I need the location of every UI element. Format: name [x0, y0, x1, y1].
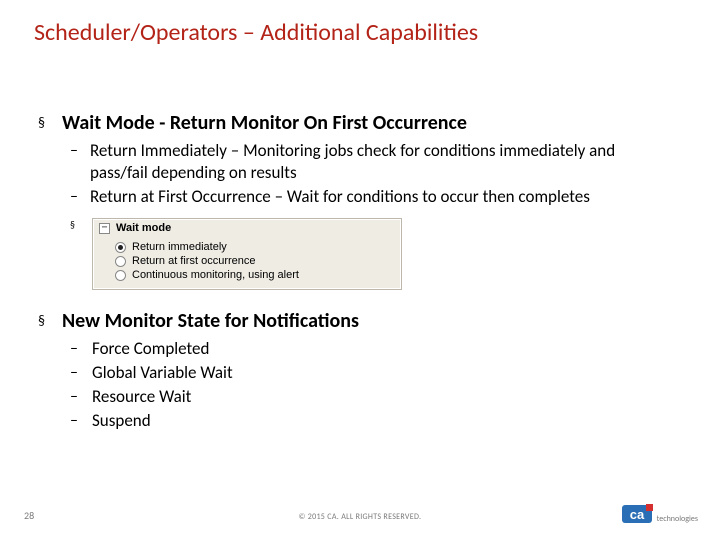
slide: Scheduler/Operators – Additional Capabil…: [0, 0, 720, 540]
section-heading-text: Wait Mode - Return Monitor On First Occu…: [62, 110, 467, 136]
slide-content: § Wait Mode - Return Monitor On First Oc…: [34, 110, 674, 434]
copyright-text: © 2015 CA. ALL RIGHTS RESERVED.: [0, 512, 720, 522]
section-heading-2: § New Monitor State for Notifications: [34, 308, 674, 334]
bullet-text: Return at First Occurrence – Wait for co…: [90, 186, 590, 208]
svg-text:ca: ca: [629, 507, 644, 522]
dash-mark: –: [70, 362, 92, 384]
radio-icon: [115, 270, 126, 281]
dash-mark: –: [70, 338, 92, 360]
radio-return-first-occurrence[interactable]: Return at first occurrence: [115, 255, 391, 267]
list-item-text: Suspend: [92, 410, 151, 432]
wait-mode-panel: − Wait mode Return immediately Return at…: [92, 218, 402, 290]
wait-mode-panel-wrap: § − Wait mode Return immediately Return …: [70, 218, 674, 290]
dash-mark: –: [70, 410, 92, 432]
dash-mark: –: [70, 386, 92, 408]
radio-label: Return at first occurrence: [132, 255, 256, 267]
list-item: – Force Completed: [70, 338, 674, 360]
radio-continuous-monitoring[interactable]: Continuous monitoring, using alert: [115, 269, 391, 281]
bullet-mark: §: [34, 110, 62, 136]
radio-icon: [115, 242, 126, 253]
state-list: – Force Completed – Global Variable Wait…: [70, 338, 674, 432]
list-item: – Resource Wait: [70, 386, 674, 408]
section-heading-1: § Wait Mode - Return Monitor On First Oc…: [34, 110, 674, 136]
slide-title: Scheduler/Operators – Additional Capabil…: [34, 18, 478, 47]
logo-subtext: technologies: [657, 514, 698, 526]
radio-return-immediately[interactable]: Return immediately: [115, 241, 391, 253]
bullet-item: – Return at First Occurrence – Wait for …: [70, 186, 674, 208]
list-item: – Global Variable Wait: [70, 362, 674, 384]
radio-label: Return immediately: [132, 241, 227, 253]
dash-mark: –: [70, 140, 90, 162]
radio-label: Continuous monitoring, using alert: [132, 269, 299, 281]
bullet-mark: §: [34, 308, 62, 334]
list-item-text: Force Completed: [92, 338, 209, 360]
list-item-text: Global Variable Wait: [92, 362, 233, 384]
section-heading-text: New Monitor State for Notifications: [62, 308, 359, 334]
collapse-toggle[interactable]: −: [99, 223, 110, 234]
wait-mode-options: Return immediately Return at first occur…: [93, 235, 401, 289]
ca-logo: ca technologies: [622, 502, 698, 526]
bullet-mark: §: [70, 218, 92, 232]
bullet-item: – Return Immediately – Monitoring jobs c…: [70, 140, 674, 184]
wait-mode-title: Wait mode: [116, 222, 171, 234]
radio-icon: [115, 256, 126, 267]
dash-mark: –: [70, 186, 90, 208]
bullet-text: Return Immediately – Monitoring jobs che…: [90, 140, 674, 184]
list-item-text: Resource Wait: [92, 386, 191, 408]
wait-mode-header: − Wait mode: [93, 219, 401, 235]
ca-logo-icon: ca: [622, 502, 654, 526]
list-item: – Suspend: [70, 410, 674, 432]
